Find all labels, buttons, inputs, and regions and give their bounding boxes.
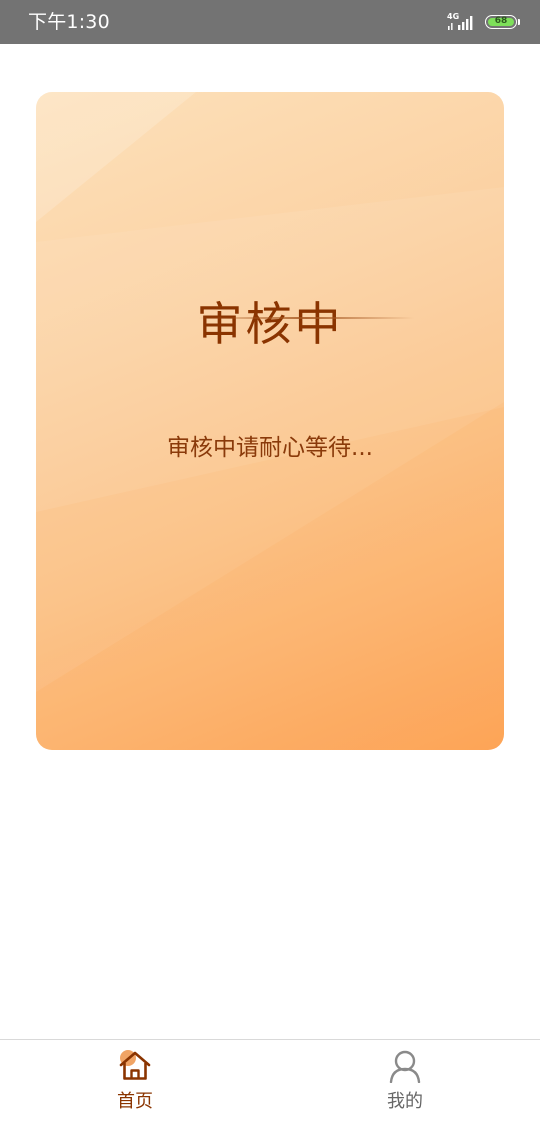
tab-mine-label: 我的 bbox=[387, 1091, 423, 1112]
battery-icon: 68 bbox=[485, 15, 517, 29]
card-sheen-decoration bbox=[36, 92, 504, 750]
card-title: 审核中 bbox=[196, 297, 344, 351]
tab-home[interactable]: 首页 bbox=[0, 1040, 270, 1124]
bottom-tab-bar: 首页 我的 bbox=[0, 1039, 540, 1124]
status-time: 下午1:30 bbox=[28, 11, 110, 33]
card-divider bbox=[198, 317, 414, 319]
review-status-card: 审核中 审核中请耐心等待... bbox=[36, 92, 504, 750]
status-indicators: 4G 68 bbox=[447, 12, 520, 32]
status-bar: 下午1:30 4G 68 bbox=[0, 0, 540, 44]
tab-mine[interactable]: 我的 bbox=[270, 1040, 540, 1124]
signal-icon: 4G bbox=[447, 12, 477, 32]
home-icon bbox=[119, 1050, 151, 1080]
card-message: 审核中请耐心等待... bbox=[167, 435, 373, 461]
tab-home-label: 首页 bbox=[117, 1091, 153, 1112]
user-icon bbox=[389, 1050, 421, 1083]
battery-level: 68 bbox=[494, 16, 508, 26]
